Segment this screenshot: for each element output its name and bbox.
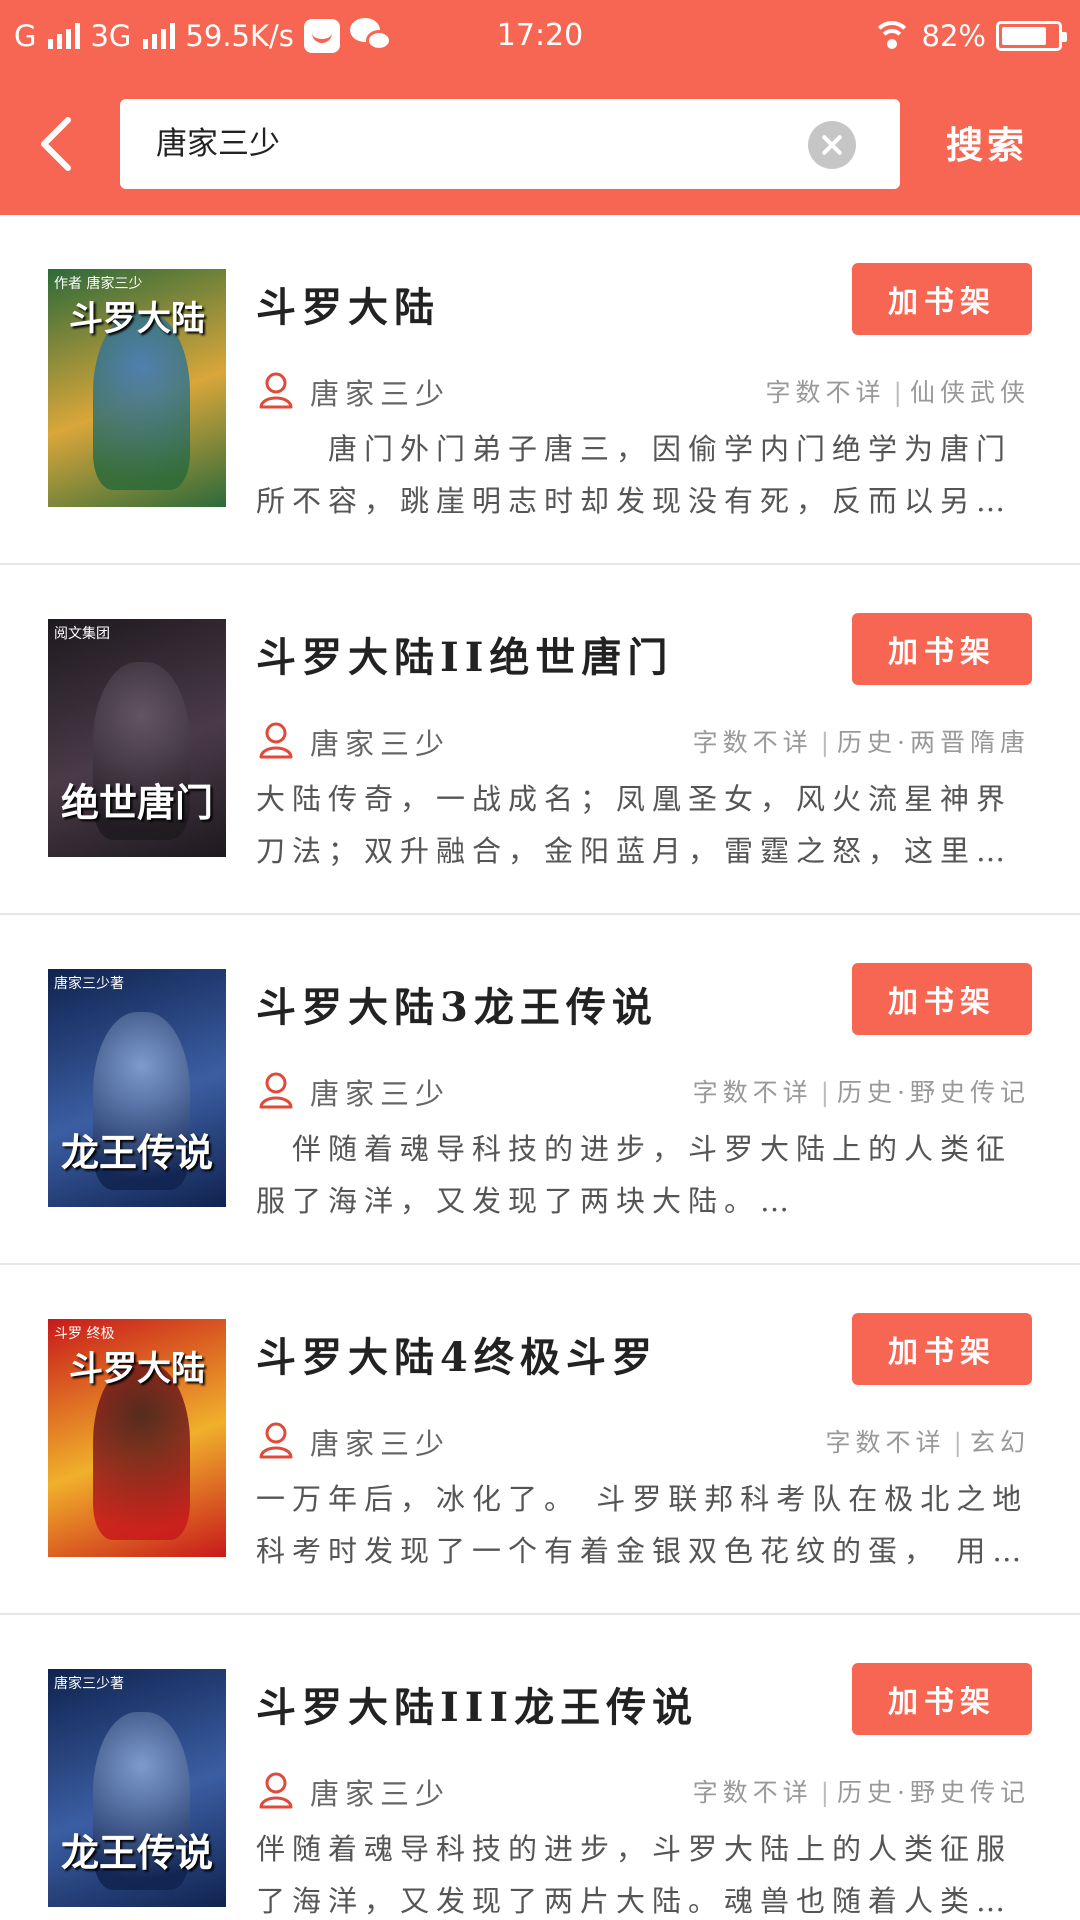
meta-divider: | [893,378,902,407]
word-count: 字数不详 [692,1078,813,1107]
author-icon [259,1072,293,1109]
book-cover[interactable]: 斗罗 终极 斗罗大陆 [48,1319,226,1557]
book-meta: 字数不详 | 历史·野史传记 [693,1773,1030,1809]
book-list-item[interactable]: 作者 唐家三少 斗罗大陆 斗罗大陆 加书架 唐家三少 字数不详 | 仙侠武侠 唐门外… [0,215,1080,565]
cover-caption: 作者 唐家三少 [54,276,143,292]
add-to-shelf-button[interactable]: 加书架 [852,963,1032,1035]
book-list-item[interactable]: 阅文集团 绝世唐门 斗罗大陆II绝世唐门 加书架 唐家三少 字数不详 | 历史·两晋… [0,565,1080,915]
chevron-left-icon[interactable] [34,114,84,174]
book-author[interactable]: 唐家三少 [310,721,450,763]
book-cover[interactable]: 唐家三少著 龙王传说 [48,969,226,1207]
author-icon [259,722,293,759]
meta-divider: | [820,1778,830,1807]
word-count: 字数不详 [692,1778,813,1807]
meta-divider: | [820,1078,830,1107]
cover-title: 绝世唐门 [60,780,213,825]
author-icon [259,1772,293,1809]
book-cover[interactable]: 唐家三少著 龙王传说 [48,1669,226,1907]
book-category: 历史·野史传记 [837,1778,1030,1807]
book-cover[interactable]: 作者 唐家三少 斗罗大陆 [48,269,226,507]
book-meta: 字数不详 | 历史·野史传记 [693,1073,1030,1109]
book-meta: 字数不详 | 玄幻 [826,1423,1030,1459]
search-results-list: 作者 唐家三少 斗罗大陆 斗罗大陆 加书架 唐家三少 字数不详 | 仙侠武侠 唐门外… [0,215,1080,1920]
cover-title: 斗罗大陆 [69,299,205,339]
author-icon [259,1422,293,1459]
book-cover[interactable]: 阅文集团 绝世唐门 [48,619,226,857]
book-meta: 字数不详 | 仙侠武侠 [766,373,1030,409]
book-title[interactable]: 斗罗大陆4终极斗罗 [256,1325,658,1383]
book-title[interactable]: 斗罗大陆3龙王传说 [256,975,658,1033]
book-meta: 字数不详 | 历史·两晋隋唐 [693,723,1030,759]
book-category: 玄幻 [969,1428,1030,1457]
cover-caption: 唐家三少著 [54,1676,124,1692]
book-category: 历史·野史传记 [837,1078,1030,1107]
book-description: 唐门外门弟子唐三，因偷学内门绝学为唐门所不容，跳崖明志时却发现没有死，反而以另… [256,432,1013,518]
add-to-shelf-button[interactable]: 加书架 [852,1663,1032,1735]
status-bar: G 3G 59.5K/s 17:20 82% [0,0,1080,72]
book-list-item[interactable]: 唐家三少著 龙王传说 斗罗大陆III龙王传说 加书架 唐家三少 字数不详 | 历史·… [0,1615,1080,1920]
add-to-shelf-button[interactable]: 加书架 [852,263,1032,335]
top-header: G 3G 59.5K/s 17:20 82% 搜索 [0,0,1080,215]
battery-percent: 82% [921,19,986,53]
battery-level-fill [1002,27,1047,45]
cover-caption: 阅文集团 [54,626,110,642]
search-box [120,99,900,189]
word-count: 字数不详 [765,378,886,407]
author-icon [259,372,293,409]
status-right: 82% [871,14,1067,58]
book-description: 一万年后，冰化了。 斗罗联邦科考队在极北之地科考时发现了一个有着金银双色花纹的蛋… [256,1482,1029,1568]
word-count: 字数不详 [692,728,813,757]
meta-divider: | [820,728,830,757]
meta-divider: | [953,1428,962,1457]
cover-caption: 唐家三少著 [54,976,124,992]
book-description: 伴随着魂导科技的进步，斗罗大陆上的人类征服了海洋，又发现了两片大陆。魂兽也随着人… [256,1832,1013,1918]
book-list-item[interactable]: 斗罗 终极 斗罗大陆 斗罗大陆4终极斗罗 加书架 唐家三少 字数不详 | 玄幻 一万… [0,1265,1080,1615]
book-title[interactable]: 斗罗大陆II绝世唐门 [256,625,673,683]
book-author[interactable]: 唐家三少 [310,371,450,413]
book-author[interactable]: 唐家三少 [310,1771,450,1813]
book-author[interactable]: 唐家三少 [310,1071,450,1113]
cover-caption: 斗罗 终极 [54,1326,115,1342]
book-author[interactable]: 唐家三少 [310,1421,450,1463]
search-button[interactable]: 搜索 [946,115,1028,169]
book-list-item[interactable]: 唐家三少著 龙王传说 斗罗大陆3龙王传说 加书架 唐家三少 字数不详 | 历史·野史… [0,915,1080,1265]
search-input[interactable] [156,99,796,189]
cover-title: 斗罗大陆 [69,1349,205,1389]
wifi-icon [871,21,912,51]
cover-title: 龙王传说 [60,1830,213,1875]
add-to-shelf-button[interactable]: 加书架 [852,1313,1032,1385]
book-title[interactable]: 斗罗大陆III龙王传说 [256,1675,698,1733]
book-description: 伴随着魂导科技的进步，斗罗大陆上的人类征服了海洋，又发现了两块大陆。… [256,1132,1013,1218]
book-category: 历史·两晋隋唐 [837,728,1030,757]
word-count: 字数不详 [825,1428,946,1457]
clear-icon[interactable] [808,121,856,169]
cover-title: 龙王传说 [60,1130,213,1175]
add-to-shelf-button[interactable]: 加书架 [852,613,1032,685]
book-category: 仙侠武侠 [909,378,1030,407]
book-description: 大陆传奇，一战成名；凤凰圣女，风火流星神界刀法；双升融合，金阳蓝月，雷霆之怒，这… [256,782,1013,868]
battery-icon [996,21,1067,51]
book-title[interactable]: 斗罗大陆 [256,275,440,333]
